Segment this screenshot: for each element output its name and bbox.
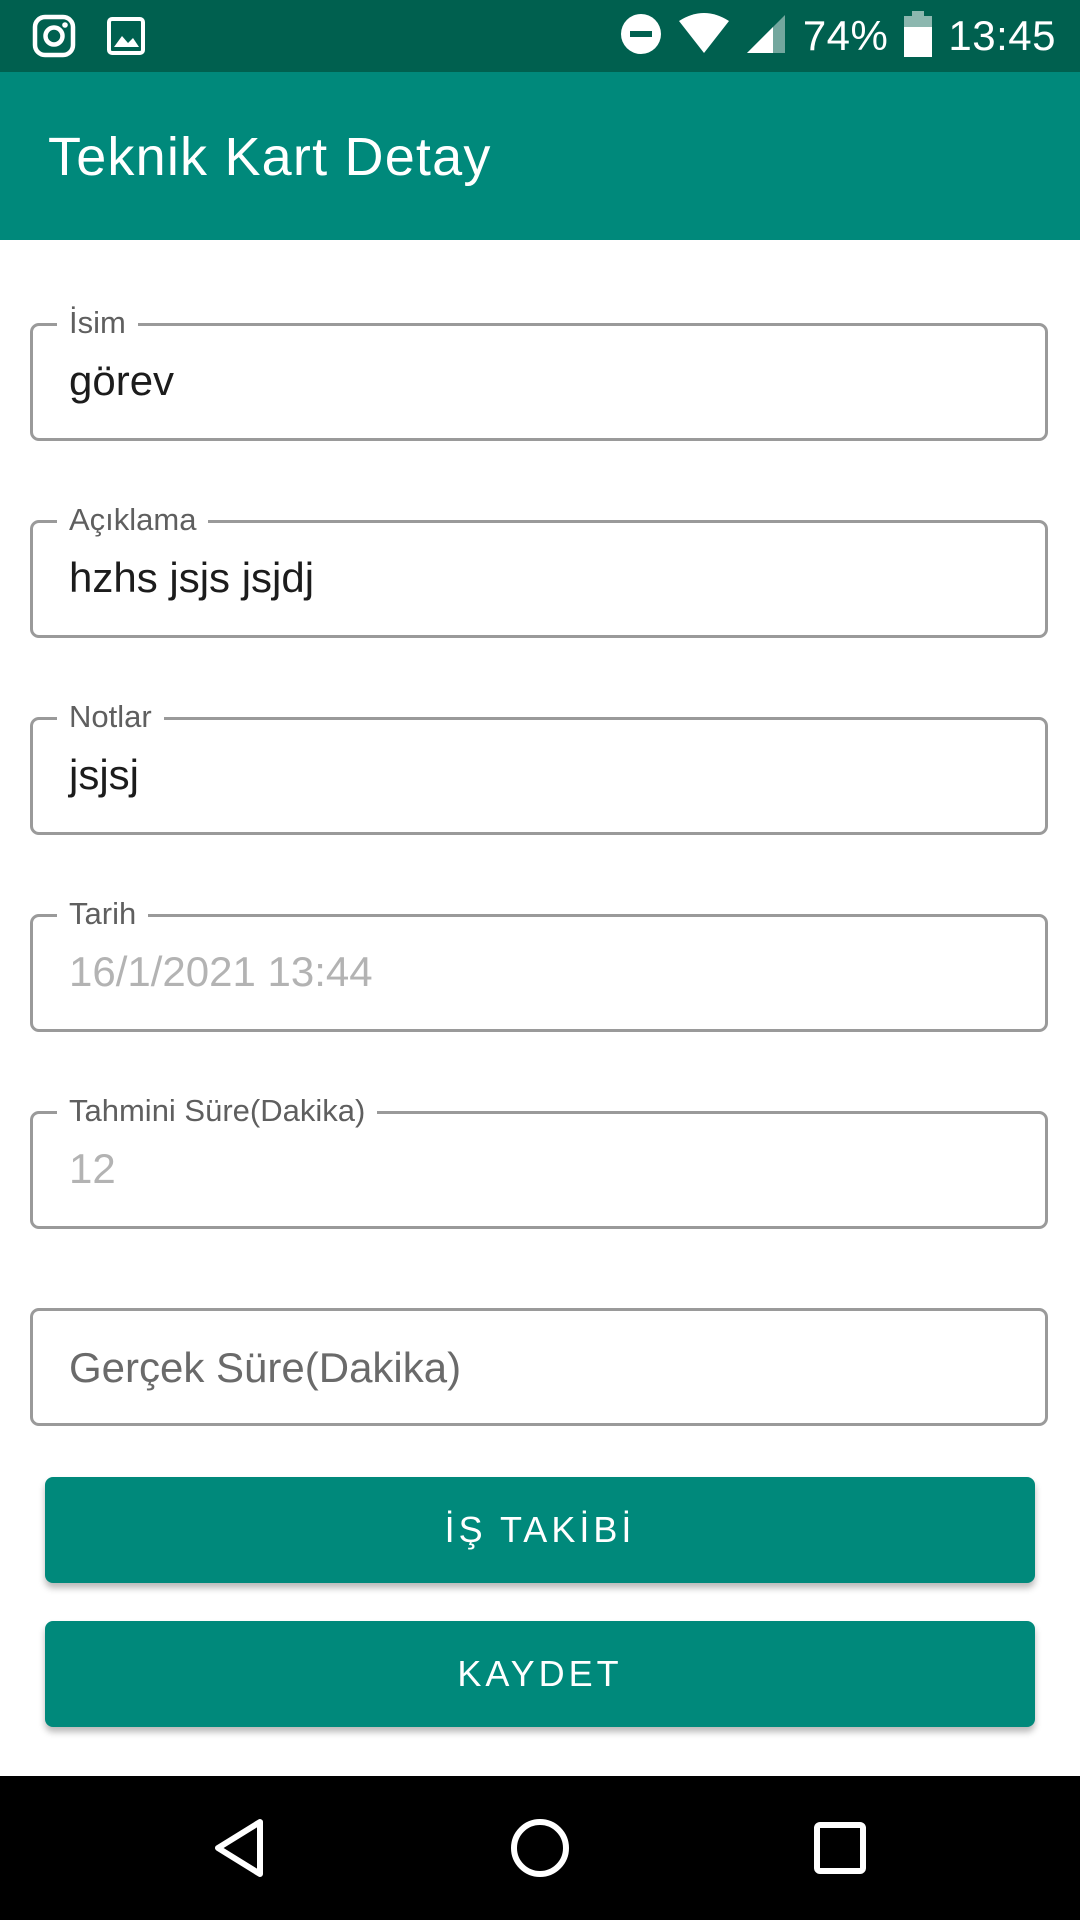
notes-field-label: Notlar (57, 698, 164, 736)
date-field[interactable]: Tarih 16/1/2021 13:44 (30, 895, 1048, 1032)
actual-duration-field-placeholder: Gerçek Süre(Dakika) (69, 1344, 462, 1391)
name-field[interactable]: İsim görev (30, 304, 1048, 441)
status-bar: 74% 13:45 (0, 0, 1080, 72)
description-field-label: Açıklama (57, 501, 209, 539)
date-field-value[interactable]: 16/1/2021 13:44 (69, 947, 373, 997)
description-field-value[interactable]: hzhs jsjs jsjdj (69, 553, 314, 603)
recents-icon[interactable] (804, 1812, 876, 1884)
notes-field[interactable]: Notlar jsjsj (30, 698, 1048, 835)
image-icon (106, 16, 146, 61)
date-field-label: Tarih (57, 895, 149, 933)
battery-percent: 74% (802, 12, 889, 59)
back-icon[interactable] (204, 1812, 276, 1884)
estimated-duration-field-value[interactable]: 12 (69, 1144, 116, 1194)
navigation-bar (0, 1776, 1080, 1920)
description-field[interactable]: Açıklama hzhs jsjs jsjdj (30, 501, 1048, 638)
app-bar: Teknik Kart Detay (0, 72, 1080, 240)
wifi-icon (678, 12, 729, 60)
name-field-value[interactable]: görev (69, 356, 174, 406)
name-field-label: İsim (57, 304, 138, 342)
instagram-icon (32, 14, 76, 63)
work-tracking-button[interactable]: İŞ TAKİBİ (45, 1477, 1035, 1583)
signal-icon (745, 13, 787, 60)
actual-duration-field[interactable]: Gerçek Süre(Dakika) (30, 1308, 1048, 1426)
clock: 13:45 (948, 12, 1056, 59)
estimated-duration-field[interactable]: Tahmini Süre(Dakika) 12 (30, 1092, 1048, 1229)
notes-field-value[interactable]: jsjsj (69, 750, 139, 800)
estimated-duration-field-label: Tahmini Süre(Dakika) (57, 1092, 378, 1130)
page-title: Teknik Kart Detay (48, 127, 492, 187)
home-icon[interactable] (504, 1812, 576, 1884)
battery-icon (904, 10, 933, 62)
save-button[interactable]: KAYDET (45, 1621, 1035, 1727)
do-not-disturb-icon (619, 12, 663, 61)
